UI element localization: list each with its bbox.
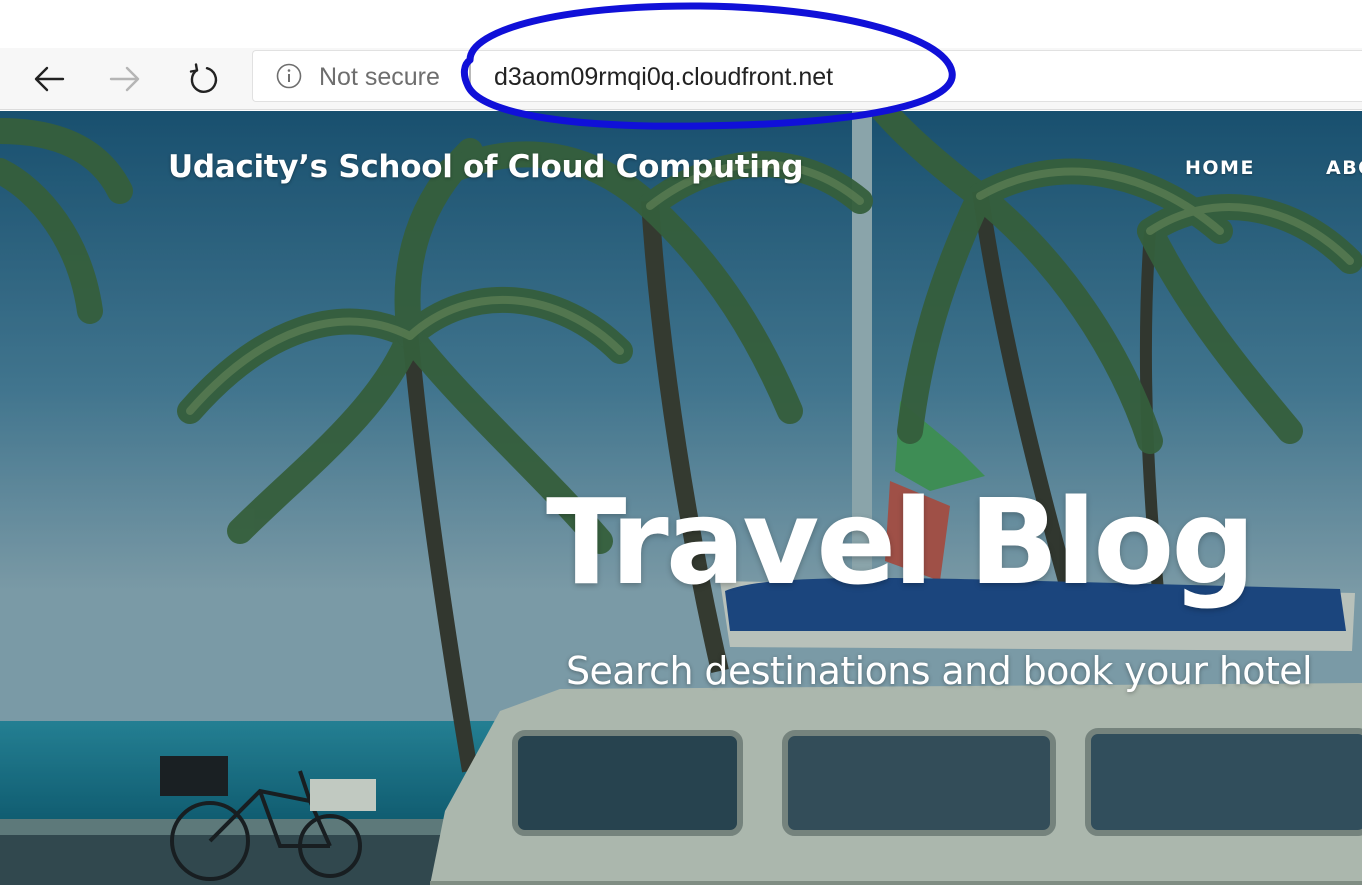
- window-top-strip: [0, 0, 1362, 48]
- arrow-right-icon: [109, 66, 140, 92]
- arrow-left-icon: [34, 66, 65, 92]
- reload-icon: [189, 63, 218, 93]
- url-text[interactable]: d3aom09rmqi0q.cloudfront.net: [494, 60, 833, 94]
- site-title[interactable]: Udacity’s School of Cloud Computing: [168, 149, 804, 185]
- address-bar-divider: [469, 62, 471, 92]
- forward-button[interactable]: [103, 58, 147, 100]
- security-status-label[interactable]: Not secure: [319, 60, 440, 94]
- back-button[interactable]: [27, 58, 71, 100]
- hero-subheading: Search destinations and book your hotel: [566, 649, 1313, 693]
- hero-heading: Travel Blog: [546, 473, 1256, 611]
- nav-link-home[interactable]: HOME: [1185, 157, 1255, 179]
- hero-section: Udacity’s School of Cloud Computing HOME…: [0, 111, 1362, 885]
- reload-button[interactable]: [181, 58, 225, 100]
- nav-link-about[interactable]: ABO: [1326, 157, 1362, 179]
- info-icon[interactable]: [276, 63, 302, 89]
